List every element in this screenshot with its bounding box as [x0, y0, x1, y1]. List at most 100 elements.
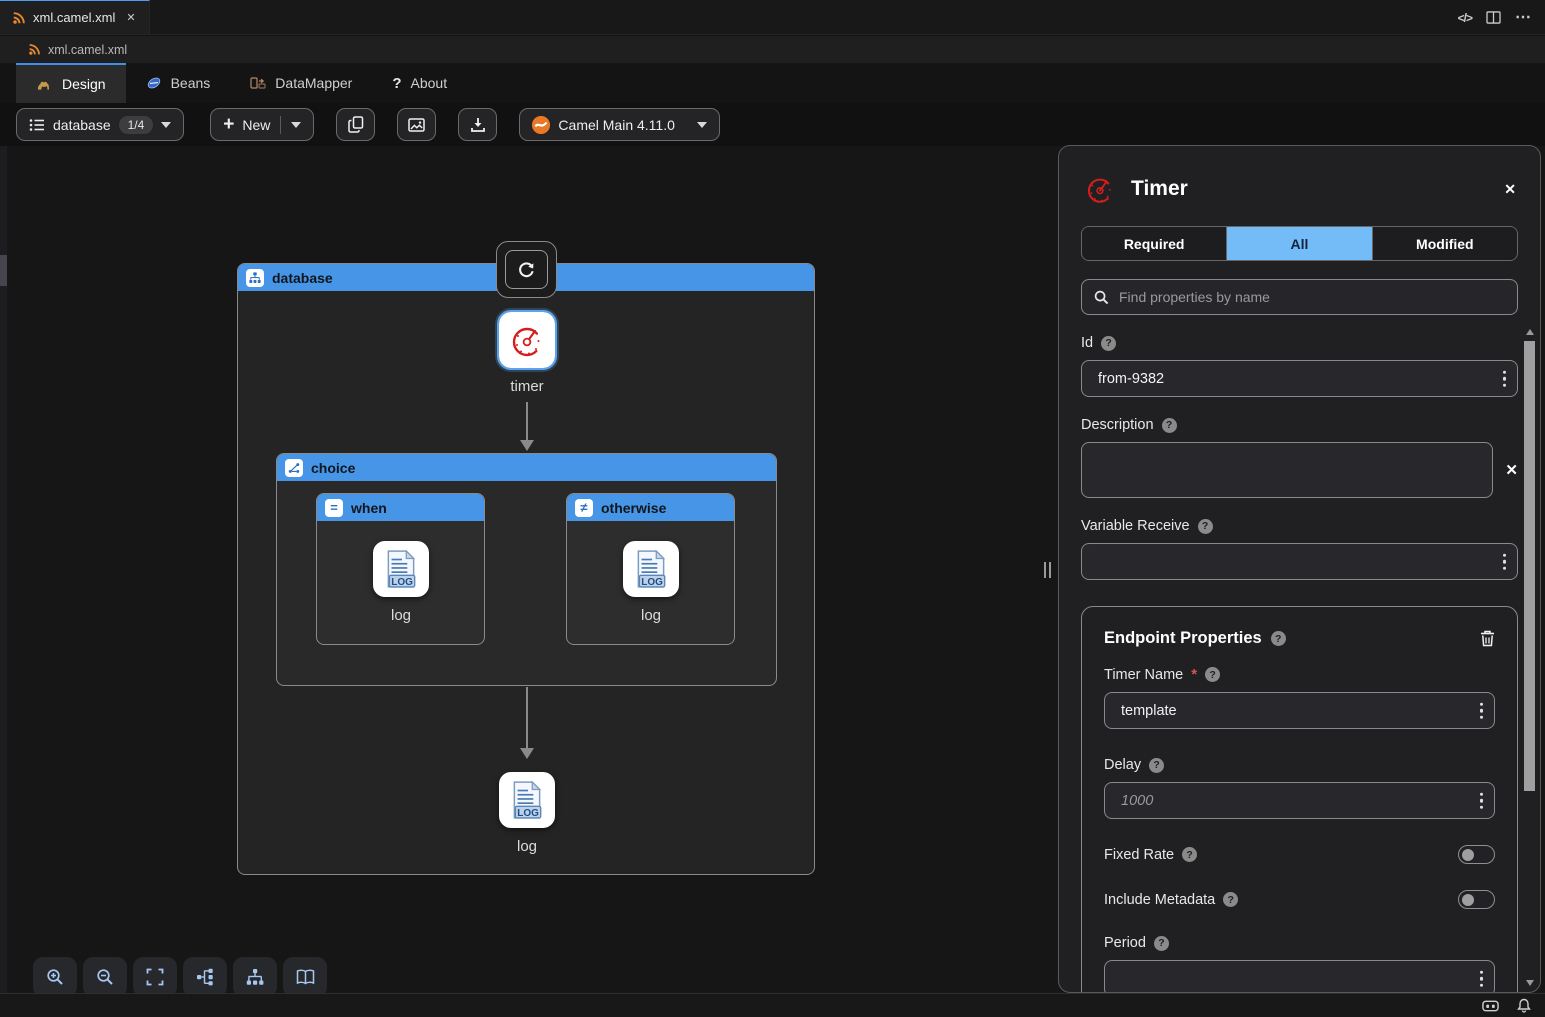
- question-icon: [392, 75, 401, 92]
- runtime-selector-button[interactable]: Camel Main 4.11.0: [519, 108, 719, 141]
- panel-resize-handle[interactable]: [1044, 562, 1051, 578]
- split-editor-icon[interactable]: [1486, 11, 1501, 24]
- tab-about[interactable]: About: [372, 63, 467, 103]
- tab-design[interactable]: Design: [16, 63, 126, 103]
- node-log-otherwise[interactable]: LOG: [623, 541, 679, 597]
- filter-required-button[interactable]: Required: [1082, 227, 1227, 260]
- node-timer[interactable]: [499, 312, 555, 368]
- clear-description-icon[interactable]: [1505, 461, 1518, 479]
- copy-flow-button[interactable]: [336, 108, 375, 141]
- help-icon[interactable]: [1205, 667, 1220, 682]
- fixed-rate-label: Fixed Rate: [1104, 847, 1174, 863]
- vertical-layout-button[interactable]: [233, 957, 277, 997]
- bean-icon: [146, 75, 162, 91]
- kebab-menu-icon[interactable]: [1503, 553, 1507, 570]
- id-input[interactable]: [1081, 360, 1518, 397]
- image-icon: [408, 118, 425, 132]
- variable-receive-input[interactable]: [1081, 543, 1518, 580]
- kebab-menu-icon[interactable]: [1480, 970, 1484, 987]
- group-when-header[interactable]: when: [317, 494, 484, 521]
- vertical-layout-icon: [246, 968, 264, 986]
- copilot-icon[interactable]: [1482, 999, 1499, 1013]
- group-database-label: database: [272, 270, 333, 286]
- datamapper-icon: [250, 76, 266, 90]
- edge-line: [526, 402, 528, 442]
- editor-actions: [1458, 0, 1545, 34]
- kebab-menu-icon[interactable]: [1480, 702, 1484, 719]
- breadcrumb[interactable]: xml.camel.xml: [0, 36, 1545, 63]
- tab-datamapper-label: DataMapper: [275, 75, 352, 91]
- editor-tab[interactable]: xml.camel.xml: [0, 0, 150, 34]
- log-icon: LOG: [508, 780, 546, 820]
- scrollbar-thumb[interactable]: [0, 255, 7, 286]
- open-changes-icon[interactable]: [1458, 10, 1472, 25]
- panel-scrollbar-thumb[interactable]: [1524, 341, 1535, 791]
- help-icon[interactable]: [1162, 418, 1177, 433]
- edge-line: [526, 687, 528, 750]
- close-tab-icon[interactable]: [126, 11, 135, 24]
- period-input[interactable]: [1104, 960, 1495, 993]
- export-image-button[interactable]: [397, 108, 436, 141]
- description-input[interactable]: [1081, 442, 1493, 498]
- group-when-label: when: [351, 500, 387, 516]
- node-log-when[interactable]: LOG: [373, 541, 429, 597]
- close-panel-icon[interactable]: [1504, 181, 1516, 198]
- tab-beans[interactable]: Beans: [126, 63, 231, 103]
- tab-datamapper[interactable]: DataMapper: [230, 63, 372, 103]
- catalog-button[interactable]: [283, 957, 327, 997]
- property-search[interactable]: [1081, 279, 1518, 315]
- kebab-menu-icon[interactable]: [1480, 792, 1484, 809]
- new-route-button[interactable]: New: [210, 108, 314, 141]
- trash-icon[interactable]: [1480, 630, 1495, 647]
- group-choice-header[interactable]: choice: [277, 454, 776, 481]
- help-icon[interactable]: [1182, 847, 1197, 862]
- runtime-label: Camel Main 4.11.0: [558, 117, 674, 133]
- scroll-down-icon[interactable]: [1526, 980, 1534, 986]
- route-visibility-button[interactable]: [496, 241, 557, 298]
- help-icon[interactable]: [1154, 936, 1169, 951]
- field-fixed-rate: Fixed Rate: [1104, 845, 1495, 864]
- panel-header: Timer: [1059, 146, 1540, 224]
- help-icon[interactable]: [1271, 631, 1286, 646]
- node-timer-label: timer: [487, 378, 567, 395]
- node-log-final[interactable]: LOG: [499, 772, 555, 828]
- filter-all-button[interactable]: All: [1227, 227, 1372, 260]
- kaoto-nav-tabs: Design Beans DataMapper About: [0, 63, 1545, 103]
- field-id: Id: [1081, 335, 1518, 397]
- editor-tab-label: xml.camel.xml: [33, 10, 115, 25]
- help-icon[interactable]: [1198, 519, 1213, 534]
- route-selector-button[interactable]: database 1/4: [16, 108, 184, 141]
- kaoto-editor-window: xml.camel.xml xml.camel.xml Design: [0, 0, 1545, 1017]
- panel-scrollbar[interactable]: [1524, 329, 1537, 986]
- horizontal-layout-button[interactable]: [183, 957, 227, 997]
- help-icon[interactable]: [1149, 758, 1164, 773]
- properties-panel: Timer Required All Modified Id: [1058, 145, 1541, 993]
- filter-modified-button[interactable]: Modified: [1373, 227, 1517, 260]
- endpoint-properties-title: Endpoint Properties: [1104, 629, 1262, 648]
- include-metadata-toggle[interactable]: [1458, 890, 1495, 909]
- kebab-menu-icon[interactable]: [1503, 370, 1507, 387]
- more-actions-icon[interactable]: [1515, 7, 1531, 27]
- flow-toolbar: database 1/4 New: [0, 103, 1545, 146]
- group-otherwise-header[interactable]: otherwise: [567, 494, 734, 521]
- refresh-icon: [505, 250, 548, 289]
- zoom-in-button[interactable]: [33, 957, 77, 997]
- scroll-up-icon[interactable]: [1526, 329, 1534, 335]
- delay-input[interactable]: [1104, 782, 1495, 819]
- fit-to-screen-button[interactable]: [133, 957, 177, 997]
- notifications-bell-icon[interactable]: [1517, 998, 1531, 1013]
- not-equals-icon: [575, 499, 593, 517]
- search-input[interactable]: [1119, 289, 1505, 305]
- help-icon[interactable]: [1223, 892, 1238, 907]
- download-button[interactable]: [458, 108, 497, 141]
- fixed-rate-toggle[interactable]: [1458, 845, 1495, 864]
- zoom-out-button[interactable]: [83, 957, 127, 997]
- field-description: Description: [1081, 417, 1518, 498]
- editor-scrollbar[interactable]: [0, 146, 7, 993]
- panel-title: Timer: [1131, 177, 1490, 201]
- help-icon[interactable]: [1101, 336, 1116, 351]
- tab-design-label: Design: [62, 76, 106, 92]
- timer-name-input[interactable]: [1104, 692, 1495, 729]
- node-log-otherwise-label: log: [611, 607, 691, 624]
- camel-file-icon: [28, 43, 42, 57]
